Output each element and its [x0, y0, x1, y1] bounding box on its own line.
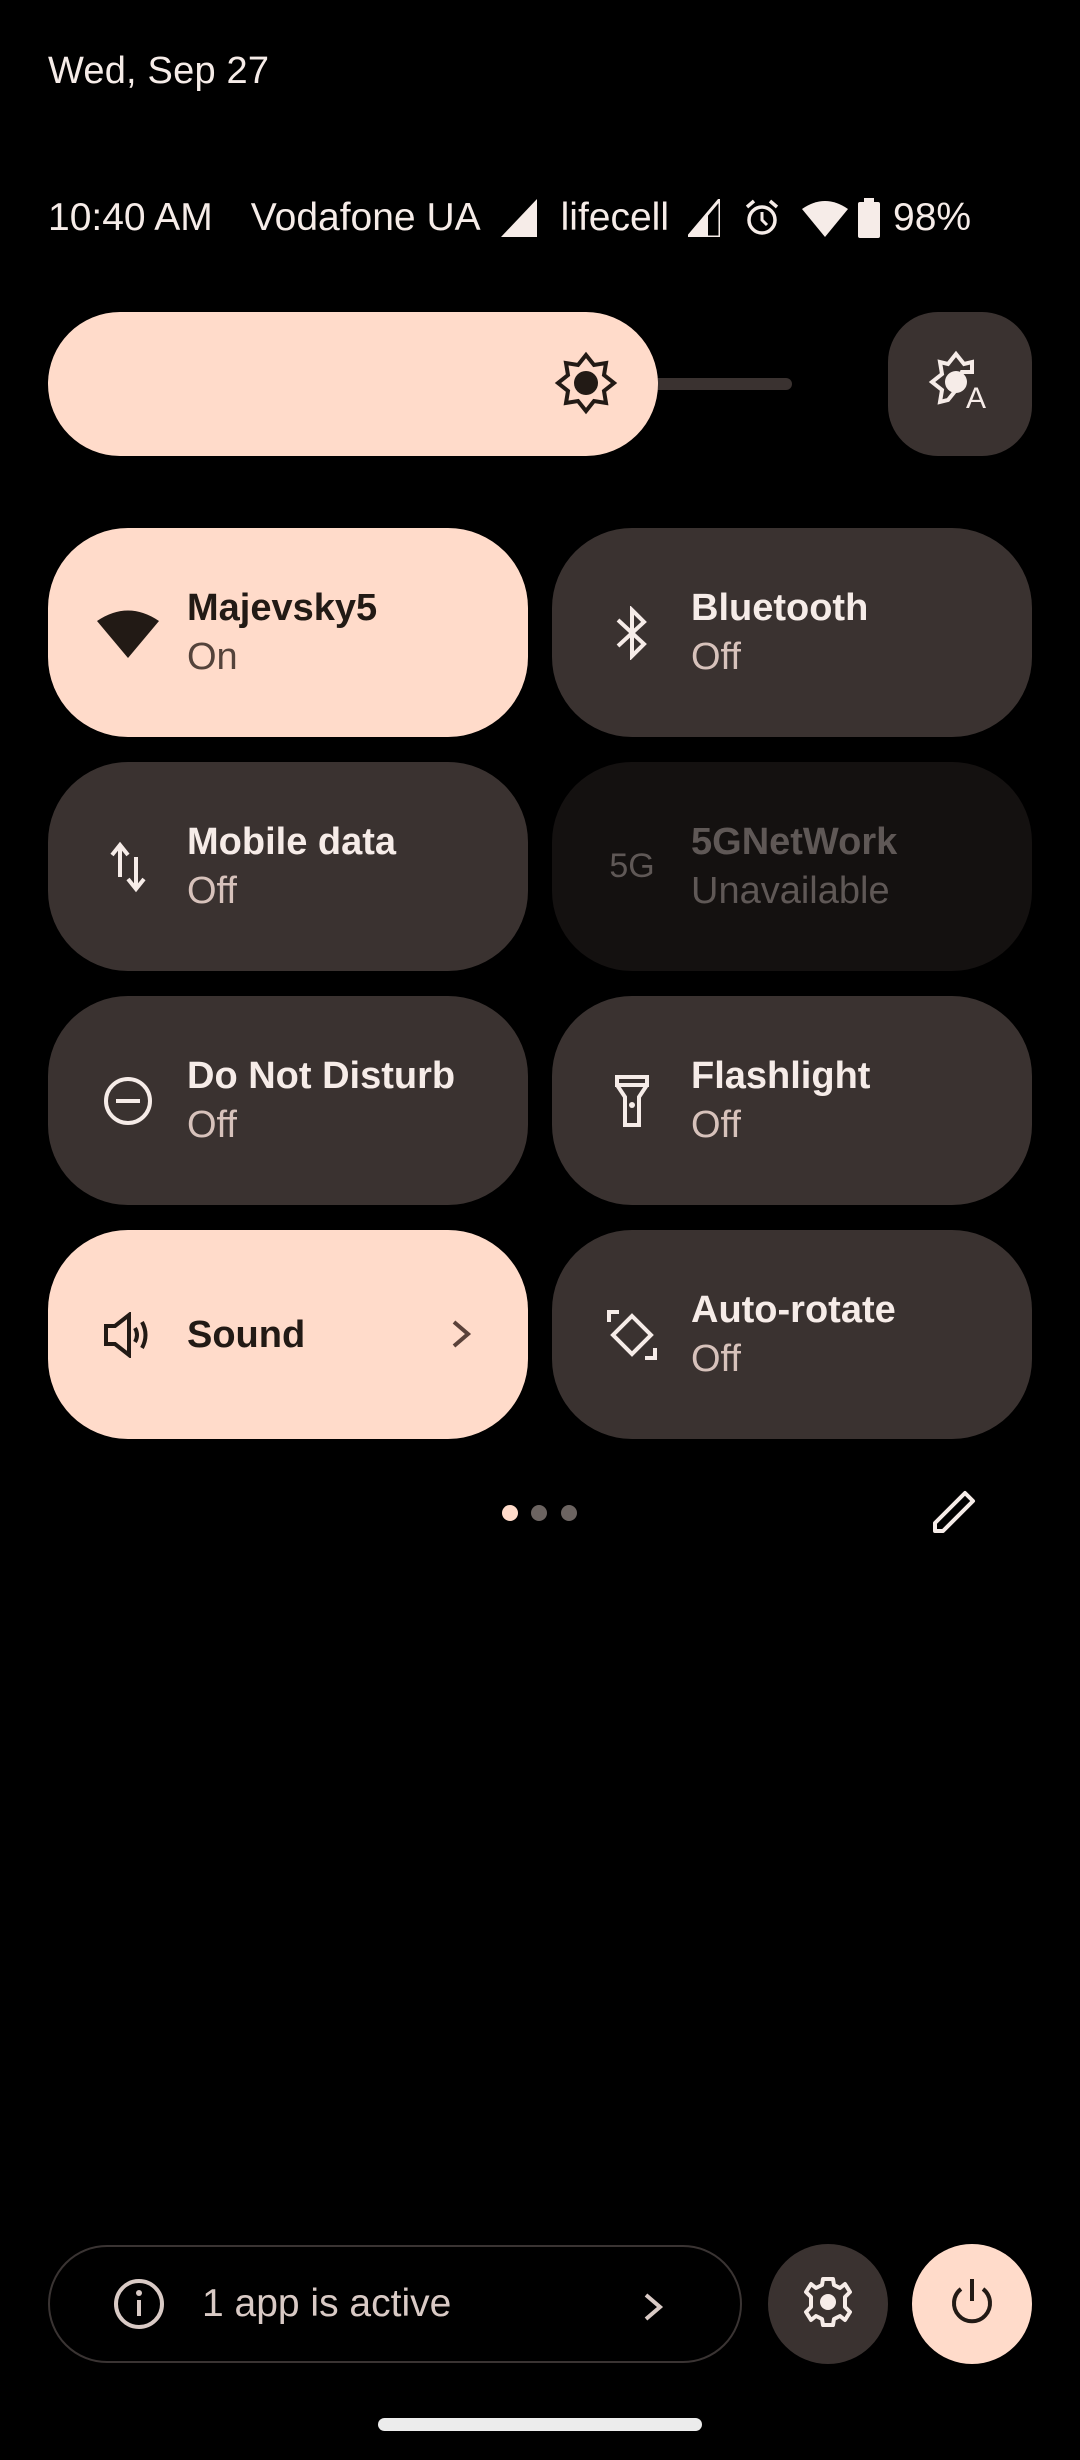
active-apps-button[interactable]: 1 app is active — [48, 2245, 742, 2363]
tile-mobile-data[interactable]: Mobile data Off — [48, 762, 528, 971]
carrier-1-name: Vodafone UA — [250, 196, 481, 239]
tile-title: Bluetooth — [691, 586, 869, 629]
auto-rotate-icon — [600, 1303, 664, 1367]
auto-brightness-icon: A — [928, 350, 992, 419]
5g-icon-label: 5G — [609, 847, 655, 885]
edit-button[interactable] — [922, 1482, 986, 1546]
clock: 10:40 AM — [48, 196, 213, 239]
tile-do-not-disturb[interactable]: Do Not Disturb Off — [48, 996, 528, 1205]
tile-status: On — [187, 635, 238, 678]
alarm-icon — [744, 199, 780, 237]
page-indicator-3[interactable] — [561, 1505, 577, 1521]
power-icon — [947, 2275, 997, 2334]
date: Wed, Sep 27 — [48, 50, 270, 92]
tile-title: 5GNetWork — [691, 820, 898, 863]
battery-percent: 98% — [893, 196, 972, 239]
auto-brightness-button[interactable]: A — [888, 312, 1032, 456]
battery-icon — [858, 198, 881, 238]
5g-icon: 5G — [600, 835, 664, 899]
tile-flashlight[interactable]: Flashlight Off — [552, 996, 1032, 1205]
tile-status: Off — [691, 1337, 741, 1380]
brightness-icon — [554, 351, 618, 415]
svg-text:A: A — [966, 382, 986, 414]
sound-icon — [96, 1303, 160, 1367]
chevron-right-icon — [450, 1314, 472, 1354]
tile-title: Auto-rotate — [691, 1288, 896, 1331]
home-gesture-bar[interactable] — [378, 2418, 702, 2431]
signal-full-icon — [500, 199, 537, 237]
mobile-data-icon — [96, 835, 160, 899]
flashlight-icon — [600, 1069, 664, 1133]
tile-status: Off — [691, 1103, 741, 1146]
status-bar: 10:40 AM Vodafone UA lifecell 98% — [48, 190, 1032, 246]
active-apps-label: 1 app is active — [202, 2282, 452, 2325]
tile-status: Off — [187, 1103, 237, 1146]
tile-5g-network[interactable]: 5G 5GNetWork Unavailable — [552, 762, 1032, 971]
signal-partial-icon — [688, 199, 721, 237]
tile-status: Unavailable — [691, 869, 890, 912]
settings-button[interactable] — [768, 2244, 888, 2364]
chevron-right-icon — [642, 2287, 664, 2327]
page-indicator-2[interactable] — [531, 1505, 547, 1521]
power-button[interactable] — [912, 2244, 1032, 2364]
page-indicator-1[interactable] — [502, 1505, 518, 1521]
tile-status: Off — [691, 635, 741, 678]
brightness-track[interactable] — [640, 378, 792, 390]
tile-auto-rotate[interactable]: Auto-rotate Off — [552, 1230, 1032, 1439]
do-not-disturb-icon — [96, 1069, 160, 1133]
gear-icon — [801, 2275, 855, 2334]
edit-icon — [929, 1487, 979, 1542]
tile-title: Do Not Disturb — [187, 1054, 456, 1097]
info-icon — [112, 2277, 166, 2331]
tile-title: Sound — [187, 1313, 306, 1356]
tile-wifi[interactable]: Majevsky5 On — [48, 528, 528, 737]
bluetooth-icon — [600, 601, 664, 665]
tile-title: Majevsky5 — [187, 586, 378, 629]
carrier-2-name: lifecell — [560, 196, 670, 239]
tile-title: Flashlight — [691, 1054, 871, 1097]
tile-title: Mobile data — [187, 820, 397, 863]
tile-status: Off — [187, 869, 237, 912]
wifi-icon — [802, 199, 849, 237]
tile-sound[interactable]: Sound — [48, 1230, 528, 1439]
tile-bluetooth[interactable]: Bluetooth Off — [552, 528, 1032, 737]
wifi-icon — [96, 601, 160, 665]
